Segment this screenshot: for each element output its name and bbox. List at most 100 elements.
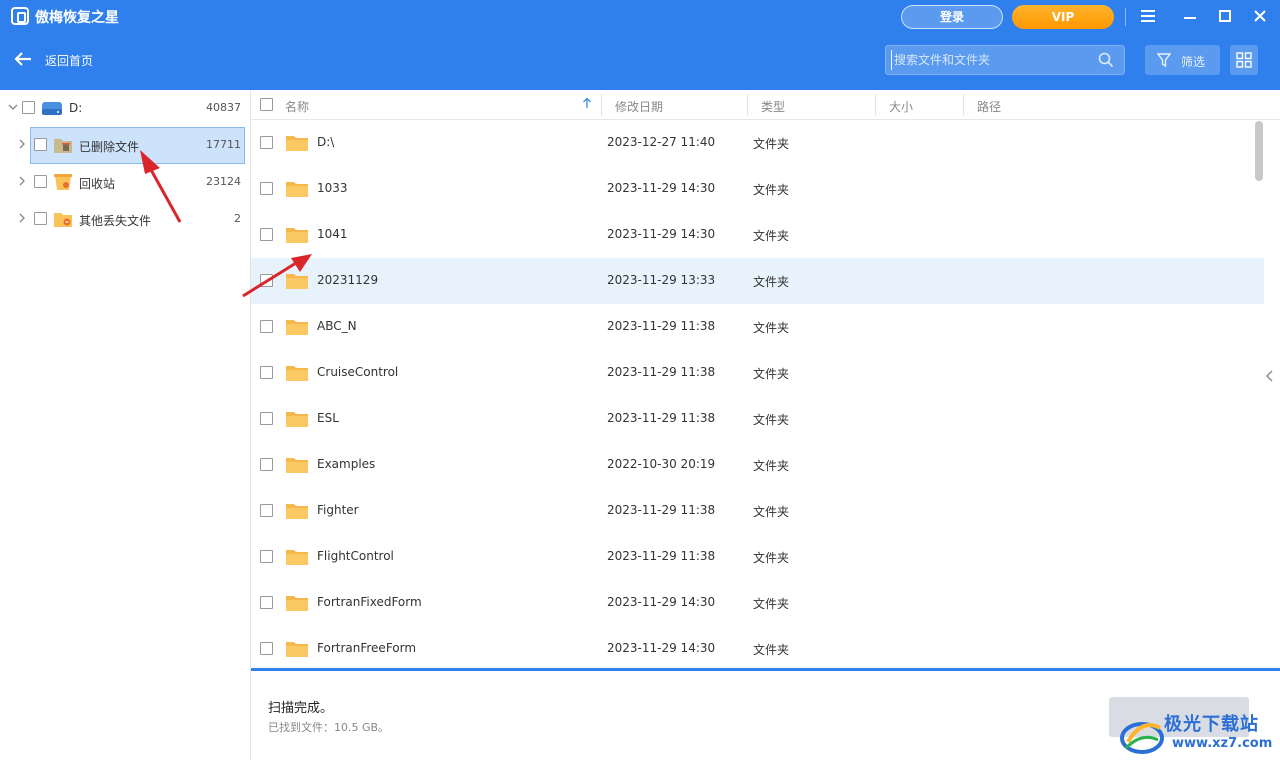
table-row[interactable]: 20231129 2023-11-29 13:33 文件夹 <box>251 258 1264 304</box>
table-header: 名称 修改日期 类型 大小 路径 <box>251 90 1280 120</box>
grid-view-icon <box>1236 52 1252 68</box>
table-row[interactable]: FlightControl 2023-11-29 11:38 文件夹 <box>251 534 1264 580</box>
column-header-type[interactable]: 类型 <box>761 98 785 115</box>
row-checkbox[interactable] <box>260 596 273 609</box>
other-lost-files-checkbox[interactable] <box>34 212 47 225</box>
column-header-name[interactable]: 名称 <box>285 98 309 115</box>
vertical-scrollbar[interactable] <box>1255 121 1263 181</box>
column-header-size[interactable]: 大小 <box>889 98 913 115</box>
table-row[interactable]: ESL 2023-11-29 11:38 文件夹 <box>251 396 1264 442</box>
lost-files-icon <box>53 210 73 228</box>
folder-icon <box>285 456 309 474</box>
cell-type: 文件夹 <box>753 643 790 657</box>
minimize-icon[interactable] <box>1178 5 1202 29</box>
cell-type: 文件夹 <box>753 413 790 427</box>
column-divider <box>875 94 876 116</box>
cell-type: 文件夹 <box>753 137 790 151</box>
chevron-right-icon[interactable] <box>17 139 27 149</box>
folder-icon <box>285 640 309 658</box>
grid-view-button[interactable] <box>1230 45 1258 75</box>
tree-item-drive[interactable]: D: 40837 <box>0 90 251 127</box>
table-row[interactable]: Examples 2022-10-30 20:19 文件夹 <box>251 442 1264 488</box>
filter-icon <box>1156 53 1172 68</box>
row-checkbox[interactable] <box>260 182 273 195</box>
search-input[interactable] <box>891 50 1091 70</box>
table-row[interactable]: D:\ 2023-12-27 11:40 文件夹 <box>251 120 1264 166</box>
app-logo-icon <box>11 7 29 25</box>
cell-name: 1041 <box>317 227 348 241</box>
column-divider <box>963 94 964 116</box>
cell-date: 2023-11-29 11:38 <box>607 503 716 517</box>
back-arrow-icon[interactable] <box>13 49 33 69</box>
recycle-bin-icon <box>53 173 73 191</box>
chevron-right-icon[interactable] <box>17 213 27 223</box>
cell-date: 2022-10-30 20:19 <box>607 457 716 471</box>
table-row[interactable]: FortranFixedForm 2023-11-29 14:30 文件夹 <box>251 580 1264 626</box>
tree-item-recycle-bin[interactable]: 回收站 23124 <box>0 164 251 201</box>
menu-icon[interactable] <box>1136 5 1160 29</box>
cell-name: FortranFixedForm <box>317 595 422 609</box>
column-header-path[interactable]: 路径 <box>977 98 1001 115</box>
table-row[interactable]: ABC_N 2023-11-29 11:38 文件夹 <box>251 304 1264 350</box>
row-checkbox[interactable] <box>260 458 273 471</box>
deleted-files-checkbox[interactable] <box>34 138 47 151</box>
row-checkbox[interactable] <box>260 550 273 563</box>
tree-item-deleted-files[interactable]: 已删除文件 17711 <box>0 127 251 164</box>
row-checkbox[interactable] <box>260 228 273 241</box>
sort-ascending-icon[interactable] <box>582 97 592 112</box>
search-icon[interactable] <box>1098 52 1114 68</box>
deleted-folder-icon <box>53 136 73 154</box>
row-checkbox[interactable] <box>260 504 273 517</box>
folder-icon <box>285 318 309 336</box>
cell-date: 2023-11-29 11:38 <box>607 319 716 333</box>
folder-icon <box>285 410 309 428</box>
recycle-bin-checkbox[interactable] <box>34 175 47 188</box>
collapse-panel-icon[interactable] <box>1266 370 1278 388</box>
found-size: 已找到文件：10.5 GB。 <box>268 721 390 734</box>
select-all-checkbox[interactable] <box>260 98 273 111</box>
cell-type: 文件夹 <box>753 459 790 473</box>
folder-icon <box>285 364 309 382</box>
column-divider <box>601 94 602 116</box>
watermark: 极光下载站 www.xz7.com <box>1120 706 1280 760</box>
cell-type: 文件夹 <box>753 505 790 519</box>
chevron-down-icon[interactable] <box>8 102 18 112</box>
cell-type: 文件夹 <box>753 367 790 381</box>
cell-type: 文件夹 <box>753 275 790 289</box>
row-checkbox[interactable] <box>260 366 273 379</box>
vip-button[interactable]: VIP <box>1012 5 1114 29</box>
chevron-right-icon[interactable] <box>17 176 27 186</box>
table-row[interactable]: FortranFreeForm 2023-11-29 14:30 文件夹 <box>251 626 1264 672</box>
column-header-date[interactable]: 修改日期 <box>615 98 663 115</box>
maximize-icon[interactable] <box>1213 5 1237 29</box>
drive-checkbox[interactable] <box>22 101 35 114</box>
table-row[interactable]: 1041 2023-11-29 14:30 文件夹 <box>251 212 1264 258</box>
row-checkbox[interactable] <box>260 412 273 425</box>
tree-item-other-lost-files[interactable]: 其他丢失文件 2 <box>0 201 251 238</box>
table-row[interactable]: CruiseControl 2023-11-29 11:38 文件夹 <box>251 350 1264 396</box>
titlebar-divider <box>1125 8 1126 26</box>
cell-date: 2023-11-29 14:30 <box>607 641 716 655</box>
row-checkbox[interactable] <box>260 320 273 333</box>
table-row[interactable]: Fighter 2023-11-29 11:38 文件夹 <box>251 488 1264 534</box>
cell-date: 2023-11-29 14:30 <box>607 181 716 195</box>
row-checkbox[interactable] <box>260 136 273 149</box>
tree-label-recycle-bin: 回收站 <box>79 177 116 191</box>
row-checkbox[interactable] <box>260 642 273 655</box>
cell-name: ESL <box>317 411 339 425</box>
folder-icon <box>285 226 309 244</box>
filter-button[interactable]: 筛选 <box>1145 45 1220 75</box>
cell-name: FortranFreeForm <box>317 641 417 655</box>
login-button[interactable]: 登录 <box>901 5 1003 29</box>
tree-label-other-lost-files: 其他丢失文件 <box>79 214 152 228</box>
table-row[interactable]: 1033 2023-11-29 14:30 文件夹 <box>251 166 1264 212</box>
watermark-brand: 极光下载站 <box>1164 714 1259 735</box>
column-divider <box>747 94 748 116</box>
sidebar-tree: D: 40837 已删除文件 17711 回收站 23124 其他丢失文件 2 <box>0 90 251 760</box>
close-icon[interactable] <box>1248 5 1272 29</box>
drive-count: 40837 <box>206 101 241 114</box>
tree-count-other-lost-files: 2 <box>234 212 241 225</box>
cell-date: 2023-11-29 11:38 <box>607 549 716 563</box>
back-to-home-link[interactable]: 返回首页 <box>45 52 93 69</box>
row-checkbox[interactable] <box>260 274 273 287</box>
